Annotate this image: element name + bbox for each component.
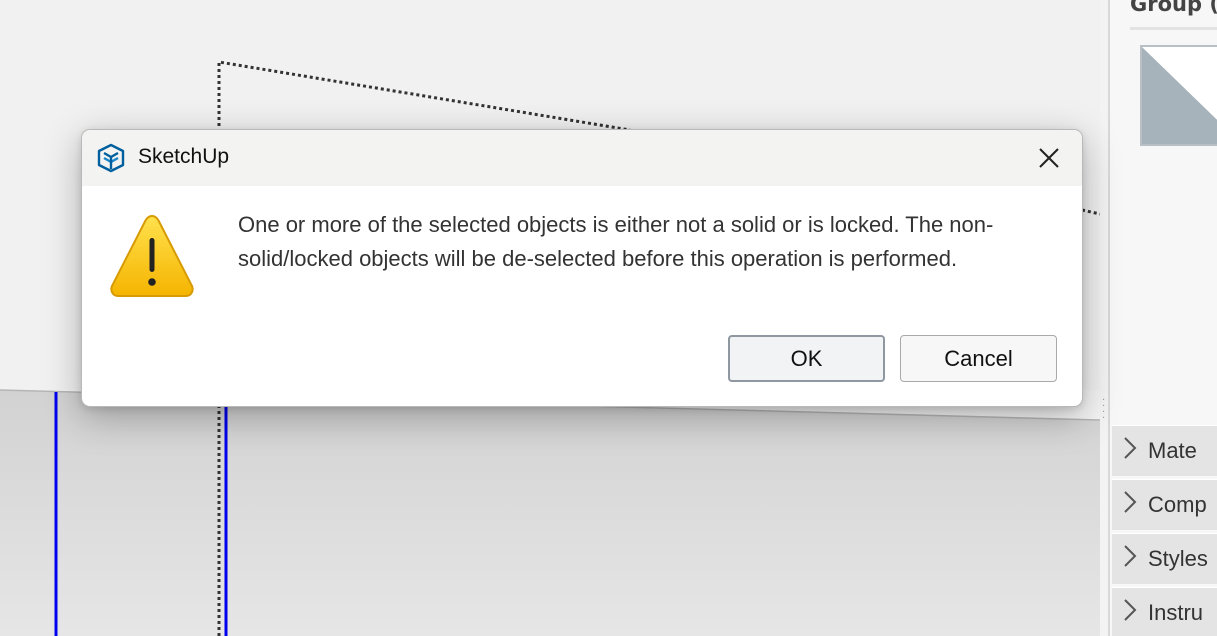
material-thumbnail[interactable] <box>1140 45 1217 146</box>
thumbnail-swatch-icon <box>1142 47 1217 144</box>
sketchup-logo-icon <box>96 143 126 173</box>
dialog-titlebar[interactable]: SketchUp <box>82 130 1082 186</box>
close-icon <box>1039 148 1059 168</box>
sketchup-window: Group ( · · · · Mate Comp Styles Instru … <box>0 0 1217 636</box>
panel-label: Comp <box>1148 492 1207 517</box>
tray-resize-grip[interactable]: · · · · <box>1102 396 1108 428</box>
dialog-message: One or more of the selected objects is e… <box>238 212 994 271</box>
panel-label: Instru <box>1148 600 1204 625</box>
close-button[interactable] <box>1016 130 1082 186</box>
chevron-right-icon <box>1112 544 1148 574</box>
tray-panel-instructor[interactable]: Instru <box>1112 587 1217 636</box>
warning-triangle-icon <box>108 212 196 300</box>
tray-panel-styles[interactable]: Styles <box>1112 533 1217 584</box>
entity-info-title: Group ( <box>1130 0 1217 16</box>
tray-panel-components[interactable]: Comp <box>1112 479 1217 530</box>
divider <box>1130 27 1217 30</box>
dialog-title: SketchUp <box>138 145 230 168</box>
chevron-right-icon <box>1112 598 1148 628</box>
cancel-button[interactable]: Cancel <box>900 335 1057 382</box>
tray-panel-materials[interactable]: Mate <box>1112 425 1217 476</box>
ground-area <box>0 390 1100 636</box>
chevron-right-icon <box>1112 436 1148 466</box>
ok-button[interactable]: OK <box>728 335 885 382</box>
panel-label: Styles <box>1148 546 1208 571</box>
chevron-right-icon <box>1112 490 1148 520</box>
panel-label: Mate <box>1148 438 1197 463</box>
solid-tools-warning-dialog: SketchUp One or more of the selected obj… <box>81 129 1083 407</box>
